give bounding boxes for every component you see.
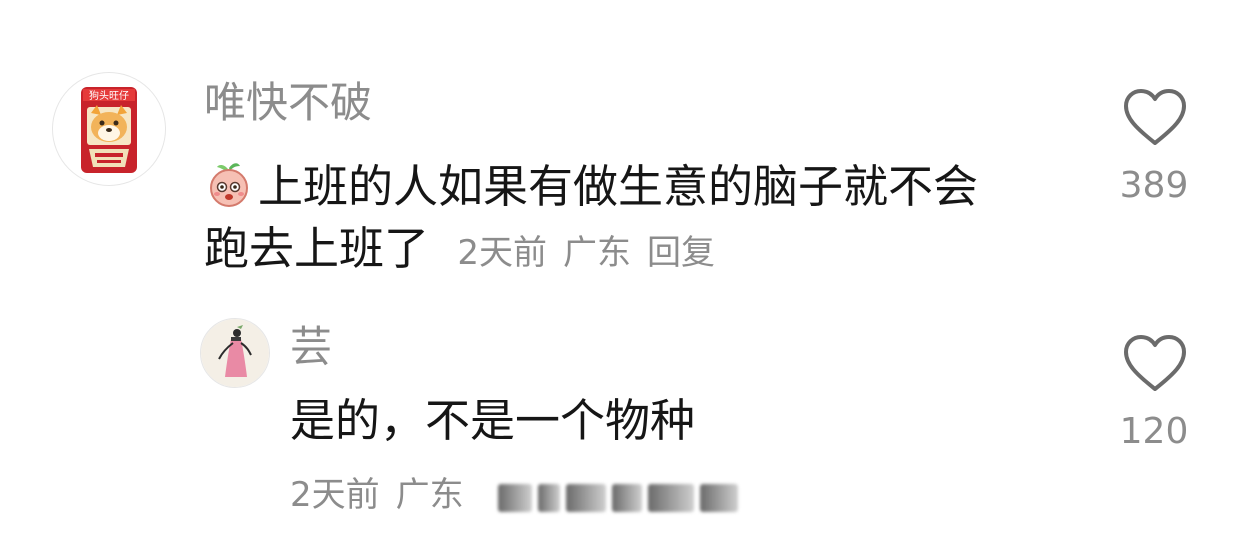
reply-time: 2天前 — [290, 475, 380, 515]
comment-text-part-1: 上班的人如果有做生意的脑子就不会 — [258, 160, 979, 213]
comment-text-line-2: 跑去上班了 2天前 广东 回复 — [204, 226, 715, 271]
reply-location: 广东 — [395, 475, 464, 515]
comment-reply-button[interactable]: 回复 — [647, 233, 715, 273]
comment-like-count: 389 — [1119, 165, 1189, 206]
heart-icon — [1124, 335, 1186, 391]
reply-like-button[interactable] — [1122, 334, 1188, 394]
heart-icon — [1124, 89, 1186, 145]
commenter-avatar[interactable]: 狗头旺仔 — [52, 72, 166, 186]
ink-figure-avatar-icon — [201, 319, 269, 387]
wangzai-dog-avatar-icon: 狗头旺仔 — [53, 73, 165, 185]
comment-text-line-1: 上班的人如果有做生意的脑子就不会 — [204, 160, 978, 210]
comment-like-button[interactable] — [1122, 88, 1188, 148]
comment-location: 广东 — [562, 233, 631, 273]
replier-avatar[interactable] — [200, 318, 270, 388]
comment-thread: 狗头旺仔 唯快不破 上班的人如果有做生意的脑子就不会 跑去上班了 2天前 广东 … — [0, 0, 1240, 534]
comment-time: 2天前 — [457, 233, 547, 273]
reply-like-count: 120 — [1119, 411, 1189, 452]
obscured-reply-action — [498, 478, 742, 518]
comment-meta: 2天前 广东 回复 — [457, 233, 715, 273]
peach-emoji-icon — [210, 163, 248, 207]
reply-meta: 2天前 广东 — [290, 478, 480, 512]
avatar-logo-text: 狗头旺仔 — [89, 89, 129, 102]
comment-text-part-2: 跑去上班了 — [204, 222, 430, 275]
replier-username[interactable]: 芸 — [290, 326, 332, 368]
commenter-username[interactable]: 唯快不破 — [204, 82, 372, 124]
reply-text: 是的，不是一个物种 — [290, 394, 696, 447]
